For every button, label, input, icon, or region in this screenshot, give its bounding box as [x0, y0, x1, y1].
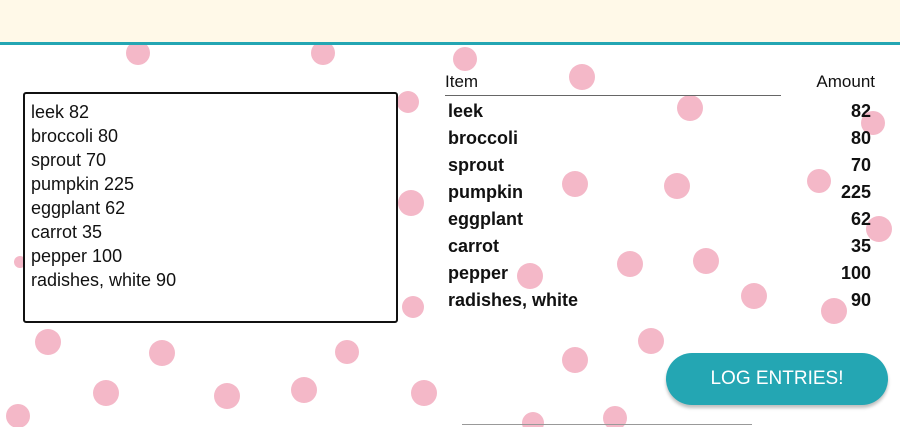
row-amount: 35 — [850, 236, 871, 256]
row-item: eggplant — [448, 209, 523, 229]
row-item: broccoli — [448, 128, 519, 148]
table-row: pepper 100 — [448, 263, 874, 290]
table-body: leek 82 broccoli 80 sprout 70 pumpkin 22… — [448, 101, 874, 317]
table-header: Item Amount — [445, 70, 877, 96]
table-row: eggplant 62 — [448, 209, 874, 236]
column-header-item: Item — [445, 72, 781, 96]
row-item: leek — [448, 101, 484, 121]
table-row: pumpkin 225 — [448, 182, 874, 209]
row-amount: 82 — [850, 101, 871, 121]
row-amount: 100 — [840, 263, 871, 283]
row-item: pepper — [448, 263, 509, 283]
row-amount: 62 — [850, 209, 871, 229]
row-item: radishes, white — [448, 290, 579, 310]
row-item: sprout — [448, 155, 504, 175]
row-amount: 90 — [850, 290, 871, 310]
table-row: leek 82 — [448, 101, 874, 128]
log-entries-button[interactable]: LOG ENTRIES! — [666, 353, 888, 405]
column-header-amount: Amount — [816, 72, 875, 91]
entries-table: Item Amount leek 82 broccoli 80 sprout 7… — [445, 70, 877, 310]
top-banner — [0, 0, 900, 42]
bottom-divider — [462, 424, 752, 425]
entries-input[interactable]: leek 82 broccoli 80 sprout 70 pumpkin 22… — [23, 92, 398, 323]
table-row: carrot 35 — [448, 236, 874, 263]
row-item: pumpkin — [448, 182, 523, 202]
table-row: radishes, white 90 — [448, 290, 874, 317]
row-amount: 70 — [850, 155, 871, 175]
table-row: sprout 70 — [448, 155, 874, 182]
row-amount: 225 — [840, 182, 871, 202]
row-amount: 80 — [850, 128, 871, 148]
table-row: broccoli 80 — [448, 128, 874, 155]
row-item: carrot — [448, 236, 500, 256]
